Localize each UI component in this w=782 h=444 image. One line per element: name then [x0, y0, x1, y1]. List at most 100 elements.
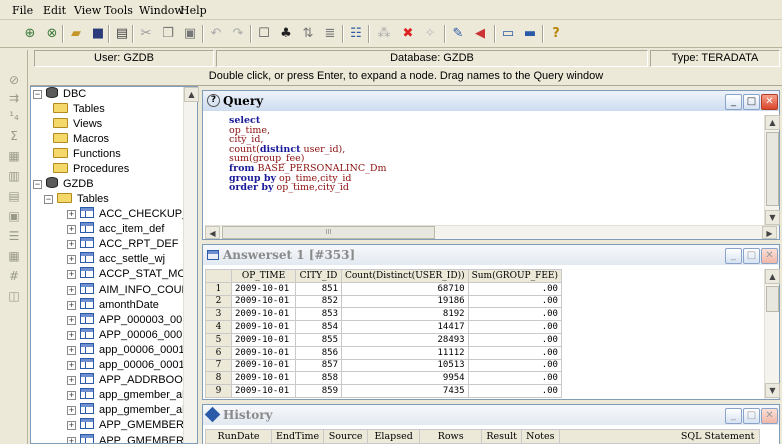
maximize-button[interactable]: □ — [743, 94, 760, 110]
tree-node-table[interactable]: + acc_settle_wj — [67, 252, 165, 266]
table-cell[interactable]: .00 — [467, 294, 562, 309]
number-icon[interactable]: ¹₄ — [6, 108, 22, 124]
clear-icon[interactable]: ✧ — [420, 24, 440, 44]
table-row[interactable]: 3 2009-10-01 853 8192.00 — [205, 307, 562, 322]
row-number[interactable]: 8 — [205, 371, 232, 386]
row-number[interactable]: 9 — [205, 384, 232, 398]
tree-node-table[interactable]: + amonthDate — [67, 297, 159, 312]
history-column-header[interactable]: Notes — [521, 429, 560, 444]
query-editor[interactable]: select op_time, city_id, count(distinct use… — [229, 116, 782, 193]
table-cell[interactable]: 7435 — [341, 384, 469, 398]
minimize-button[interactable]: _ — [725, 248, 742, 264]
column-header[interactable]: Sum(GROUP_FEE) — [467, 269, 562, 283]
expand-icon[interactable]: + — [67, 210, 76, 219]
table-row[interactable]: 7 2009-10-01 857 10513.00 — [205, 358, 562, 373]
tree-node-table[interactable]: + APP_GMEMBER_/ — [67, 433, 193, 443]
scroll-right-icon[interactable]: ▶ — [762, 226, 777, 239]
expand-icon[interactable]: + — [67, 361, 76, 370]
menu-help[interactable]: Help — [180, 4, 207, 17]
table-row[interactable]: 4 2009-10-01 854 14417.00 — [205, 320, 562, 334]
find-icon[interactable]: ♣ — [276, 24, 296, 44]
table-cell[interactable]: 10513 — [341, 358, 469, 373]
execute-icon[interactable]: ⁂ — [374, 24, 394, 44]
table-cell[interactable]: 8192 — [341, 307, 469, 322]
new-query-icon[interactable]: ☐ — [254, 24, 274, 44]
arrange-icon[interactable]: ⇉ — [6, 90, 22, 106]
history-column-header[interactable]: Source — [323, 429, 369, 444]
table-cell[interactable]: 856 — [295, 345, 342, 360]
expand-icon[interactable]: + — [67, 391, 76, 401]
history-column-header[interactable]: Result — [481, 429, 523, 444]
edit-icon[interactable]: ✎ — [448, 24, 468, 44]
copy-icon[interactable]: ❐ — [158, 24, 178, 44]
tree-node-table[interactable]: + app_gmember_alar — [67, 388, 194, 402]
close-button[interactable]: ✕ — [761, 94, 778, 110]
sound-icon[interactable]: ◀ — [470, 24, 490, 44]
history-column-header[interactable]: RunDate — [205, 429, 272, 444]
collapse-icon[interactable]: − — [33, 180, 42, 189]
menu-file[interactable]: File — [12, 4, 33, 17]
scroll-down-icon[interactable]: ▼ — [765, 383, 780, 398]
scroll-thumb[interactable] — [766, 132, 779, 206]
format-icon[interactable]: ≣ — [320, 24, 340, 44]
abort-icon[interactable]: ✖ — [398, 24, 418, 44]
table-cell[interactable]: 2009-10-01 — [231, 384, 296, 398]
expand-icon[interactable]: + — [67, 421, 76, 431]
table-cell[interactable]: 2009-10-01 — [231, 345, 296, 360]
expand-icon[interactable]: + — [67, 270, 76, 280]
close-button[interactable]: ✕ — [761, 408, 778, 424]
query-hscroll[interactable]: ◀ III ▶ — [205, 225, 779, 239]
history-column-header[interactable]: EndTime — [270, 429, 325, 444]
table-cell[interactable]: .00 — [467, 358, 562, 373]
menu-tools[interactable]: Tools — [104, 4, 133, 17]
table-row[interactable]: 1 2009-10-01 851 68710.00 — [205, 281, 562, 296]
table-cell[interactable]: 859 — [295, 384, 342, 398]
column-header[interactable]: Count(Distinct(USER_ID)) — [341, 269, 469, 283]
paste-icon[interactable]: ▣ — [180, 24, 200, 44]
table-icon[interactable]: ▦ — [6, 248, 22, 264]
tree-node-table[interactable]: + APP_GMEMBER_/ — [67, 418, 193, 432]
table-cell[interactable]: 2009-10-01 — [231, 320, 296, 334]
row-number[interactable]: 3 — [205, 307, 232, 322]
answerset-window[interactable]: Answerset 1 [#353] _ □ ✕ OP_TIME CITY_ID C… — [202, 244, 780, 400]
layout-vertical-icon[interactable]: ▬ — [520, 24, 540, 44]
table-cell[interactable]: 2009-10-01 — [231, 371, 296, 386]
connect-icon[interactable]: ⊕ — [20, 24, 40, 44]
expand-icon[interactable]: + — [67, 300, 76, 310]
cut-icon[interactable]: ✂ — [136, 24, 156, 44]
sort-icon[interactable]: ⇅ — [298, 24, 318, 44]
table-cell[interactable]: 2009-10-01 — [231, 358, 296, 373]
table-row[interactable]: 6 2009-10-01 856 11112.00 — [205, 345, 562, 360]
hash-icon[interactable]: # — [6, 268, 22, 284]
redo-icon[interactable]: ↷ — [228, 24, 248, 44]
query-vscroll[interactable]: ▲ ▼ — [764, 115, 780, 225]
table-row[interactable]: 2 2009-10-01 852 19186.00 — [205, 294, 562, 309]
table-cell[interactable]: 851 — [295, 281, 342, 296]
answerset-grid[interactable]: OP_TIME CITY_ID Count(Distinct(USER_ID)) Su… — [205, 269, 562, 398]
expand-icon[interactable]: + — [67, 406, 76, 416]
table-cell[interactable]: 853 — [295, 307, 342, 322]
minimize-button[interactable]: _ — [725, 94, 742, 110]
table-cell[interactable]: 855 — [295, 332, 342, 347]
table-cell[interactable]: 2009-10-01 — [231, 294, 296, 309]
expand-icon[interactable]: + — [67, 315, 76, 325]
query-window[interactable]: ? Query _ □ ✕ select op_time, city_id, count… — [202, 90, 780, 240]
tree-node-macros[interactable]: Macros — [53, 132, 109, 146]
table-cell[interactable]: 14417 — [341, 320, 469, 334]
tree-node-tables[interactable]: Tables — [53, 102, 105, 116]
tree-node-table[interactable]: + ACC_RPT_DEF — [67, 237, 178, 251]
collapse-icon[interactable]: − — [33, 90, 42, 99]
form-icon[interactable]: ▣ — [6, 208, 22, 224]
help-mode-icon[interactable]: ⊘ — [6, 72, 22, 88]
grid-icon[interactable]: ▦ — [6, 148, 22, 164]
table-cell[interactable]: 857 — [295, 358, 342, 373]
table-cell[interactable]: 854 — [295, 320, 342, 334]
table-cell[interactable]: 19186 — [341, 294, 469, 309]
tree-node-table[interactable]: + APP_00006_0001_ — [67, 327, 194, 342]
table-cell[interactable]: 9954 — [341, 371, 469, 386]
print-icon[interactable]: ▤ — [112, 24, 132, 44]
scroll-up-icon[interactable]: ▲ — [765, 269, 780, 284]
row-number[interactable]: 5 — [205, 332, 232, 347]
table-cell[interactable]: 68710 — [341, 281, 469, 296]
expand-icon[interactable]: + — [67, 240, 76, 250]
